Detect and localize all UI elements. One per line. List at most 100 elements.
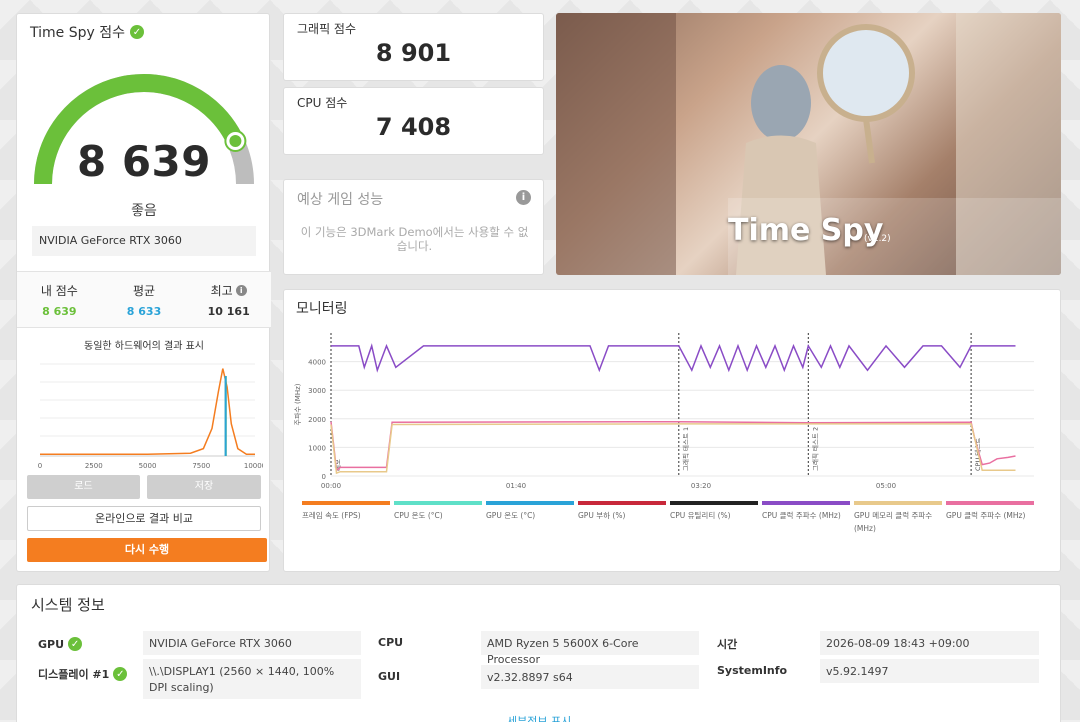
load-button[interactable]: 로드 [27, 475, 140, 499]
y-tick-label: 3000 [308, 387, 326, 395]
x-tick-label: 00:00 [321, 482, 341, 490]
monitoring-chart: 0 1000 2000 3000 4000 00:00 01:40 03:20 05:00 주파수… [293, 333, 1034, 490]
gui-value: v2.32.8897 s64 [481, 665, 699, 689]
display-value: \\.\DISPLAY1 (2560 × 1440, 100% DPI scal… [143, 659, 361, 699]
stat-label: 최고 [210, 284, 233, 298]
distribution-title: 동일한 하드웨어의 결과 표시 [84, 341, 204, 352]
legend-item[interactable]: GPU 부하 (%) [578, 501, 670, 535]
y-tick-label: 1000 [308, 444, 326, 452]
check-icon: ✓ [113, 667, 128, 681]
gpu-label-text: GPU [38, 637, 65, 651]
monitoring-panel: 모니터링 0 1000 2000 3000 4000 00:00 01:40 03:20 05:… [283, 289, 1061, 572]
legend-item[interactable]: GPU 온도 (°C) [486, 501, 578, 535]
rerun-button[interactable]: 다시 수행 [27, 538, 267, 562]
gpu-name: NVIDIA GeForce RTX 3060 [32, 226, 256, 256]
y-tick-label: 0 [322, 473, 326, 481]
legend-swatch [394, 501, 482, 505]
time-label: 시간 [717, 638, 738, 651]
legend-item[interactable]: GPU 클럭 주파수 (MHz) [946, 501, 1038, 535]
x-tick-label: 5000 [139, 462, 157, 470]
score-stats: 내 점수 8 639 평균 8 633 최고 i 10 161 [17, 271, 271, 328]
legend-label: CPU 클럭 주파수 (MHz) [762, 511, 841, 520]
legend-item[interactable]: CPU 온도 (°C) [394, 501, 486, 535]
display-label-text: 디스플레이 #1 [38, 668, 110, 681]
check-icon: ✓ [129, 25, 144, 39]
legend-label: 프레임 속도 (FPS) [302, 511, 361, 520]
x-tick-label: 01:40 [506, 482, 526, 490]
legend-swatch [946, 501, 1034, 505]
legend-item[interactable]: 프레임 속도 (FPS) [302, 501, 394, 535]
stat-value: 10 161 [207, 305, 250, 318]
graphics-score-card: 그래픽 점수 8 901 [283, 13, 544, 81]
cpu-score-label: CPU 점수 [297, 96, 348, 110]
info-icon[interactable]: i [516, 190, 531, 205]
time-value: 2026-08-09 18:43 +09:00 [820, 631, 1039, 655]
cpu-score-card: CPU 점수 7 408 [283, 87, 544, 155]
cpu-value: AMD Ryzen 5 5600X 6-Core Processor [481, 631, 699, 666]
info-icon[interactable]: i [235, 285, 247, 296]
x-tick-label: 0 [38, 462, 42, 470]
graphics-score-value: 8 901 [375, 39, 452, 67]
legend-item[interactable]: CPU 유틸리티 (%) [670, 501, 762, 535]
cpu-label: CPU [378, 636, 404, 649]
x-tick-label: 03:20 [691, 482, 711, 490]
stat-label: 평균 [132, 284, 156, 298]
benchmark-banner: Time Spy (v1.2) [556, 13, 1061, 275]
stat-my-score: 내 점수 8 639 [17, 272, 102, 327]
main-score: 8 639 [76, 137, 212, 186]
score-title: Time Spy 점수 ✓ [30, 22, 144, 42]
stat-best: 최고 i 10 161 [186, 272, 271, 327]
stat-label: 내 점수 [40, 284, 78, 298]
gpu-label: GPU ✓ [38, 637, 83, 651]
x-tick-label: 05:00 [876, 482, 896, 490]
score-panel: Time Spy 점수 ✓ 8 639 좋음 NVIDIA GeForce RT… [16, 13, 271, 572]
monitoring-title: 모니터링 [296, 301, 348, 317]
stat-value: 8 639 [42, 305, 77, 318]
legend-label: GPU 온도 (°C) [486, 511, 536, 520]
game-performance-title: 예상 게임 성능 [297, 192, 384, 208]
legend-label: GPU 클럭 주파수 (MHz) [946, 511, 1026, 520]
show-details-link[interactable]: 세부정보 표시 [507, 713, 571, 722]
legend-item[interactable]: CPU 클럭 주파수 (MHz) [762, 501, 854, 535]
x-tick-label: 7500 [192, 462, 210, 470]
compare-online-button[interactable]: 온라인으로 결과 비교 [27, 506, 261, 531]
game-performance-card: 예상 게임 성능 i 이 기능은 3DMark Demo에서는 사용할 수 없습… [283, 179, 544, 275]
legend-swatch [302, 501, 390, 505]
game-performance-message: 이 기능은 3DMark Demo에서는 사용할 수 없습니다. [300, 225, 529, 253]
x-tick-label: 2500 [85, 462, 103, 470]
legend-swatch [854, 501, 942, 505]
systeminfo-label: SystemInfo [717, 664, 788, 677]
legend-swatch [486, 501, 574, 505]
series-line [330, 423, 1016, 475]
legend-label: GPU 부하 (%) [578, 511, 626, 520]
x-tick-label: 10000 [244, 462, 263, 470]
graphics-score-label: 그래픽 점수 [297, 22, 357, 36]
score-rating: 좋음 [131, 203, 157, 219]
display-label: 디스플레이 #1 ✓ [38, 666, 128, 682]
gpu-value: NVIDIA GeForce RTX 3060 [143, 631, 361, 655]
legend-item[interactable]: GPU 메모리 클럭 주파수 (MHz) [854, 501, 946, 535]
legend-swatch [670, 501, 758, 505]
distribution-line [40, 368, 255, 455]
monitoring-legend: 프레임 속도 (FPS) CPU 온도 (°C) GPU 온도 (°C) GPU 부하… [302, 501, 1042, 535]
series-line [330, 420, 1016, 472]
save-button[interactable]: 저장 [147, 475, 261, 499]
systeminfo-value: v5.92.1497 [820, 659, 1039, 683]
stat-value: 8 633 [126, 305, 162, 318]
legend-label: GPU 메모리 클럭 주파수 (MHz) [854, 511, 933, 533]
legend-swatch [578, 501, 666, 505]
system-info-panel: 시스템 정보 GPU ✓ NVIDIA GeForce RTX 3060 디스플… [16, 584, 1061, 722]
gui-label: GUI [378, 670, 401, 683]
phase-label: 그래픽 테스트 2 [810, 427, 819, 471]
banner-title: Time Spy [728, 213, 884, 248]
y-tick-label: 2000 [308, 416, 326, 424]
y-axis-label: 주파수 (MHz) [293, 383, 302, 425]
check-icon: ✓ [68, 637, 83, 651]
series-line [331, 343, 1016, 373]
legend-label: CPU 온도 (°C) [394, 511, 443, 520]
legend-label: CPU 유틸리티 (%) [670, 511, 731, 520]
distribution-chart: 0 2500 5000 7500 10000 [38, 363, 263, 470]
banner-version: (v1.2) [864, 234, 891, 244]
system-info-title: 시스템 정보 [31, 596, 105, 614]
score-title-text: Time Spy 점수 [30, 25, 125, 41]
